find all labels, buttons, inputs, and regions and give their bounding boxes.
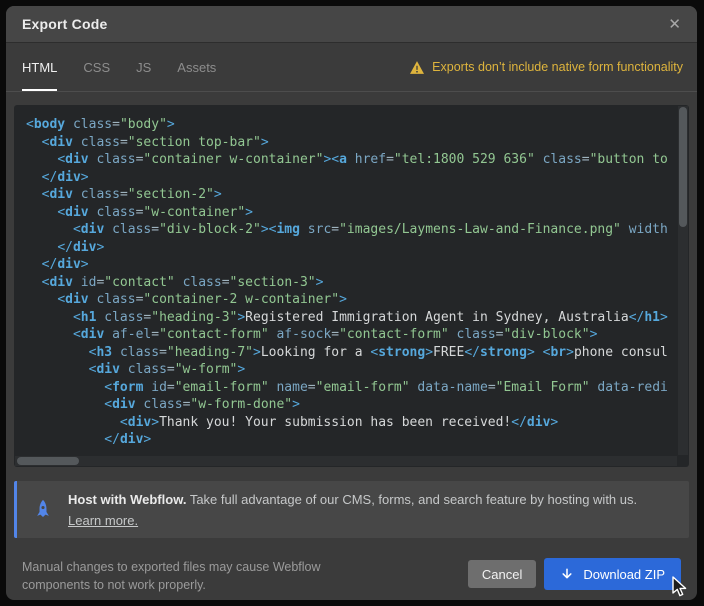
dialog-footer: Manual changes to exported files may cau… bbox=[6, 558, 697, 594]
code-line: <h3 class="heading-7">Looking for a <str… bbox=[26, 344, 677, 362]
horizontal-scrollbar-thumb[interactable] bbox=[17, 457, 79, 465]
footer-note: Manual changes to exported files may cau… bbox=[22, 558, 362, 594]
screen: { "window": { "title": "Export Code", "c… bbox=[0, 0, 704, 606]
warning-text: Exports don’t include native form functi… bbox=[432, 60, 683, 74]
tab-js[interactable]: JS bbox=[136, 43, 151, 91]
code-line: <div class="container-2 w-container"> bbox=[26, 291, 677, 309]
warning-icon bbox=[410, 61, 424, 74]
code-line: <div>Thank you! Your submission has been… bbox=[26, 414, 677, 432]
dialog-titlebar: Export Code ✕ bbox=[6, 6, 697, 43]
code-editor[interactable]: <body class="body"> <div class="section … bbox=[14, 105, 689, 467]
tabs-row: HTML CSS JS Assets Exports don’t include… bbox=[6, 43, 697, 92]
code-line: <h1 class="heading-3">Registered Immigra… bbox=[26, 309, 677, 327]
host-banner: Host with Webflow. Take full advantage o… bbox=[14, 481, 689, 538]
learn-more-link[interactable]: Learn more. bbox=[68, 510, 138, 531]
download-icon bbox=[560, 567, 574, 582]
code-line: <div class="section-2"> bbox=[26, 186, 677, 204]
code-line: </div> bbox=[26, 431, 677, 449]
tab-list: HTML CSS JS Assets bbox=[22, 43, 216, 91]
vertical-scrollbar-thumb[interactable] bbox=[679, 107, 687, 227]
banner-text: Host with Webflow. Take full advantage o… bbox=[68, 489, 688, 531]
code-line: <div af-el="contact-form" af-sock="conta… bbox=[26, 326, 677, 344]
rocket-icon bbox=[32, 499, 54, 521]
cancel-button[interactable]: Cancel bbox=[468, 560, 536, 588]
code-line: </div> bbox=[26, 256, 677, 274]
footer-buttons: Cancel Download ZIP bbox=[468, 558, 681, 590]
download-zip-button[interactable]: Download ZIP bbox=[544, 558, 681, 590]
code-line: <div class="w-container"> bbox=[26, 204, 677, 222]
code-line: <div class="div-block-2"><img src="image… bbox=[26, 221, 677, 239]
code-line: <div class="container w-container"><a hr… bbox=[26, 151, 677, 169]
code-horizontal-scrollbar[interactable] bbox=[15, 456, 677, 466]
download-button-label: Download ZIP bbox=[583, 567, 665, 582]
code-line: <body class="body"> bbox=[26, 116, 677, 134]
tab-css[interactable]: CSS bbox=[83, 43, 110, 91]
code-line: <div class="section top-bar"> bbox=[26, 134, 677, 152]
code-line: </div> bbox=[26, 169, 677, 187]
tab-html[interactable]: HTML bbox=[22, 43, 57, 91]
tab-assets[interactable]: Assets bbox=[177, 43, 216, 91]
banner-title: Host with Webflow. bbox=[68, 492, 186, 507]
code-line: </div> bbox=[26, 239, 677, 257]
close-icon[interactable]: ✕ bbox=[668, 17, 681, 32]
code-line: <div id="contact" class="section-3"> bbox=[26, 274, 677, 292]
code-vertical-scrollbar[interactable] bbox=[678, 106, 688, 455]
code-line: <form id="email-form" name="email-form" … bbox=[26, 379, 677, 397]
banner-description: Take full advantage of our CMS, forms, a… bbox=[190, 492, 637, 507]
export-code-dialog: Export Code ✕ HTML CSS JS Assets Exports… bbox=[6, 6, 697, 600]
dialog-title: Export Code bbox=[22, 16, 107, 32]
code-line: <div class="w-form-done"> bbox=[26, 396, 677, 414]
code-lines: <body class="body"> <div class="section … bbox=[14, 105, 689, 460]
form-warning: Exports don’t include native form functi… bbox=[410, 43, 683, 91]
code-line: <div class="w-form"> bbox=[26, 361, 677, 379]
